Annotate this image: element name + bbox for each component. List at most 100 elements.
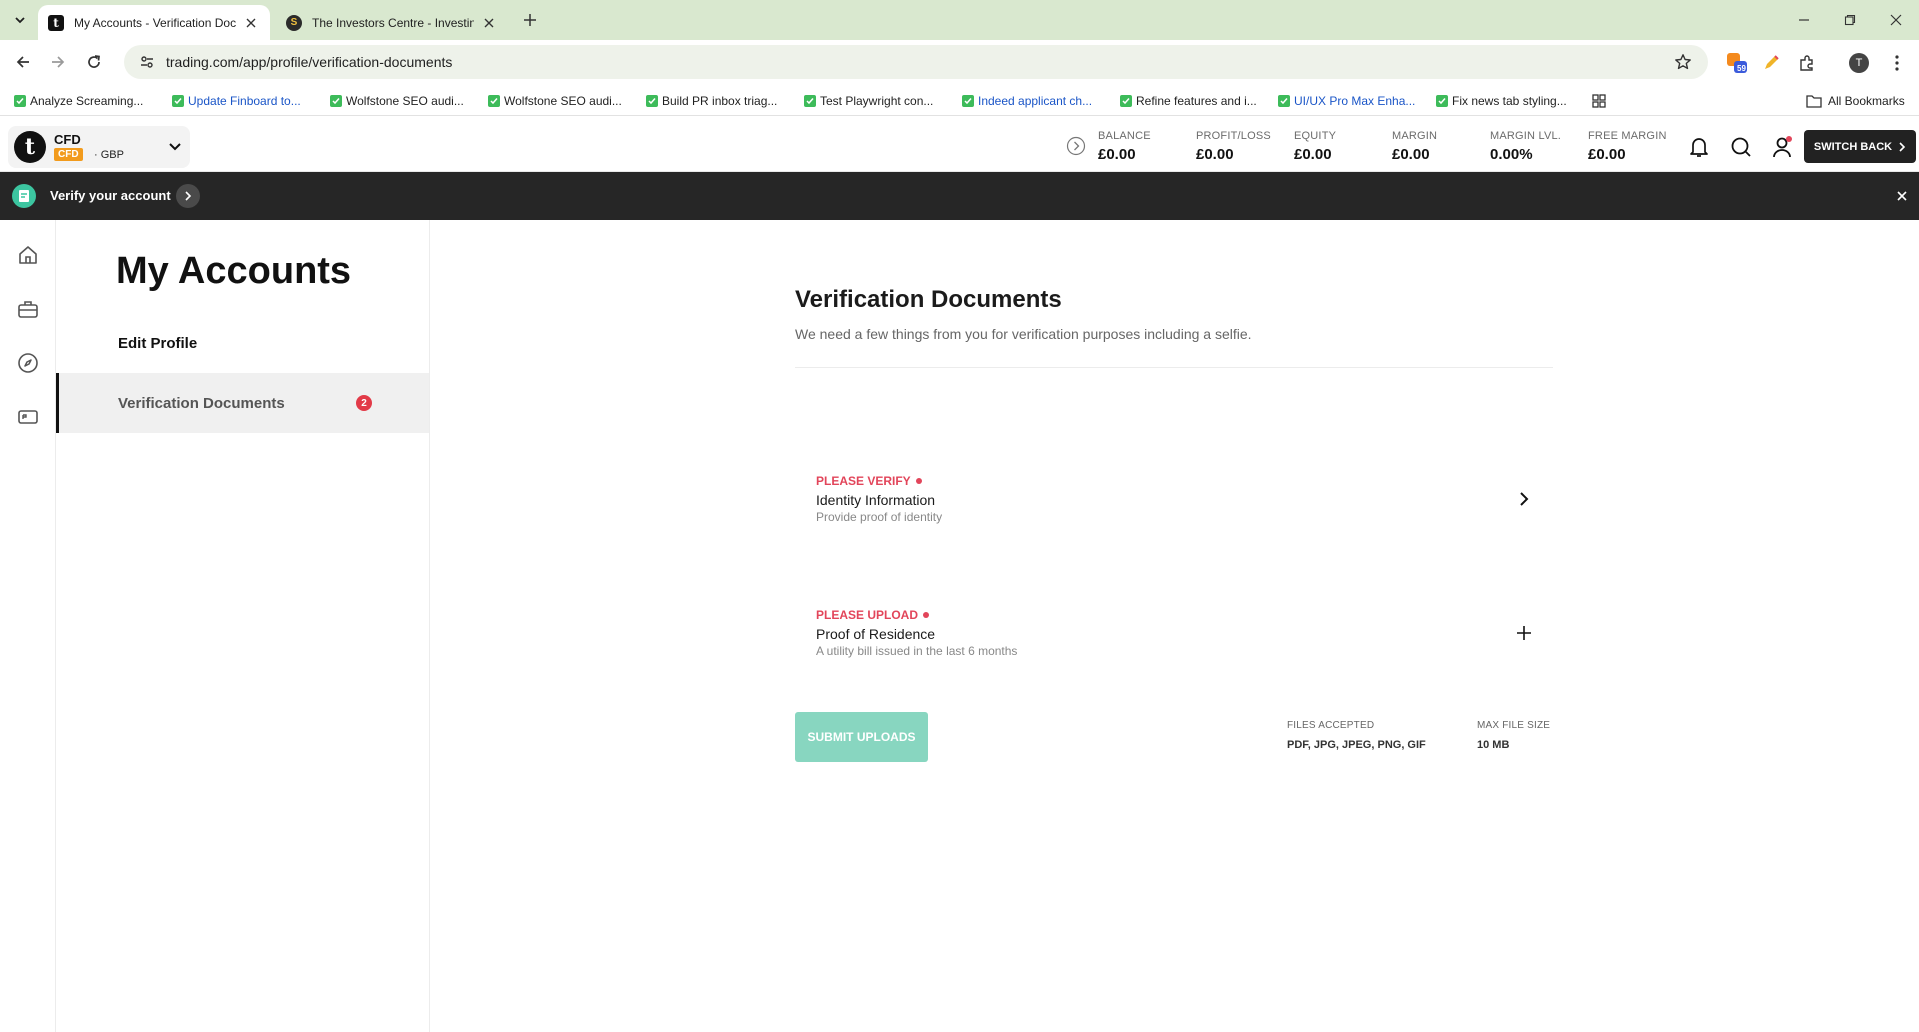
status-label: PLEASE VERIFY <box>816 474 911 488</box>
forward-button[interactable] <box>46 50 70 74</box>
banner-close-button[interactable] <box>1894 188 1910 204</box>
stat-label: MARGIN LVL. <box>1490 130 1562 142</box>
window-close-button[interactable] <box>1882 8 1910 32</box>
bookmark-item[interactable]: Test Playwright con... <box>804 92 933 110</box>
restore-button[interactable] <box>1836 8 1864 32</box>
page-title: My Accounts <box>116 250 352 292</box>
compass-icon[interactable] <box>15 350 41 376</box>
bookmark-star-icon[interactable] <box>1674 53 1692 71</box>
bookmark-item[interactable]: UI/UX Pro Max Enha... <box>1278 92 1415 110</box>
address-url[interactable]: trading.com/app/profile/verification-doc… <box>166 54 452 70</box>
home-icon[interactable] <box>15 242 41 268</box>
reload-button[interactable] <box>82 50 106 74</box>
new-tab-button[interactable] <box>520 10 540 30</box>
plus-icon[interactable] <box>1513 622 1535 644</box>
ticket-icon[interactable] <box>15 404 41 430</box>
bookmark-label: Refine features and i... <box>1136 94 1257 108</box>
stat-margin: MARGIN £0.00 <box>1392 130 1437 163</box>
arrow-left-icon <box>16 56 29 68</box>
extension-badge-icon[interactable]: 59 <box>1726 52 1748 74</box>
checkbox-icon <box>14 95 26 107</box>
briefcase-icon[interactable] <box>15 296 41 322</box>
tab-title: The Investors Centre - Investing <box>312 15 474 30</box>
bookmark-label: Build PR inbox triag... <box>662 94 778 108</box>
tab-favicon: t <box>48 14 64 31</box>
extension-badge-count: 59 <box>1737 64 1746 73</box>
back-button[interactable] <box>11 50 35 74</box>
arrow-right-icon <box>52 56 65 68</box>
submit-uploads-button[interactable]: SUBMIT UPLOADS <box>795 712 928 762</box>
address-bar[interactable]: trading.com/app/profile/verification-doc… <box>124 45 1708 79</box>
main-content: Verification Documents We need a few thi… <box>430 220 1919 1032</box>
account-switcher[interactable]: t CFD CFD · GBP <box>8 126 190 168</box>
verify-account-link[interactable]: Verify your account <box>50 188 171 203</box>
pencil-extension-icon[interactable] <box>1760 52 1782 74</box>
tab-investors-centre[interactable]: S The Investors Centre - Investing <box>276 5 508 40</box>
residence-document-card[interactable]: PLEASE UPLOAD Proof of Residence A utili… <box>795 588 1553 684</box>
bookmark-label: Wolfstone SEO audi... <box>504 94 622 108</box>
extensions-puzzle-icon[interactable] <box>1796 52 1818 74</box>
sidebar-item-verification-documents[interactable]: Verification Documents 2 <box>56 373 429 433</box>
switch-back-button[interactable]: SWITCH BACK <box>1804 130 1916 163</box>
stat-value: £0.00 <box>1196 146 1234 163</box>
bookmark-item[interactable]: Update Finboard to... <box>172 92 301 110</box>
stats-toggle-icon[interactable] <box>1066 136 1086 156</box>
document-description: Provide proof of identity <box>816 510 943 524</box>
stat-label: EQUITY <box>1294 130 1337 142</box>
stat-label: FREE MARGIN <box>1588 130 1667 142</box>
reload-icon <box>88 55 100 68</box>
section-title: Verification Documents <box>795 286 1062 313</box>
user-icon[interactable] <box>1770 135 1794 159</box>
tab-groups-button[interactable] <box>1592 92 1606 110</box>
chevron-right-icon[interactable] <box>1513 488 1535 510</box>
bookmark-label: Fix news tab styling... <box>1452 94 1567 108</box>
chevron-down-icon <box>168 139 182 153</box>
identity-document-card[interactable]: PLEASE VERIFY Identity Information Provi… <box>795 454 1553 550</box>
status-label: PLEASE UPLOAD <box>816 608 919 622</box>
bookmark-label: Wolfstone SEO audi... <box>346 94 464 108</box>
stat-label: MARGIN <box>1392 130 1438 142</box>
close-icon[interactable] <box>242 14 260 32</box>
tab-my-accounts[interactable]: t My Accounts - Verification Doc <box>38 5 270 40</box>
document-description: A utility bill issued in the last 6 mont… <box>816 644 1018 658</box>
info-label: FILES ACCEPTED <box>1287 720 1375 731</box>
profile-avatar[interactable]: T <box>1848 52 1870 74</box>
switch-back-label: SWITCH BACK <box>1813 140 1893 153</box>
stat-value: £0.00 <box>1588 146 1626 163</box>
verify-arrow-button[interactable] <box>176 184 200 208</box>
bell-icon[interactable] <box>1687 135 1711 159</box>
site-info-icon[interactable] <box>130 54 164 70</box>
checkbox-icon <box>330 95 342 107</box>
status-dot <box>915 478 922 484</box>
minimize-button[interactable] <box>1790 8 1818 32</box>
sidebar-item-label: Verification Documents <box>118 394 285 412</box>
stat-equity: EQUITY £0.00 <box>1294 130 1336 163</box>
stat-balance: BALANCE £0.00 <box>1098 130 1151 163</box>
close-icon <box>1897 191 1907 201</box>
browser-menu-icon[interactable] <box>1886 52 1908 74</box>
checkbox-icon <box>646 95 658 107</box>
chevron-right-icon <box>185 191 192 201</box>
bookmark-item[interactable]: Indeed applicant ch... <box>962 92 1092 110</box>
sidebar-item-edit-profile[interactable]: Edit Profile <box>56 313 429 373</box>
stat-free-margin: FREE MARGIN £0.00 <box>1588 130 1667 163</box>
stat-value: 0.00% <box>1490 146 1533 163</box>
close-icon[interactable] <box>480 14 498 32</box>
bookmark-item[interactable]: Wolfstone SEO audi... <box>488 92 622 110</box>
document-name: Identity Information <box>816 492 936 508</box>
bookmark-item[interactable]: Fix news tab styling... <box>1436 92 1567 110</box>
bookmark-label: Analyze Screaming... <box>30 94 144 108</box>
chevron-down-icon <box>15 17 25 24</box>
tab-search-button[interactable] <box>8 8 32 32</box>
search-icon[interactable] <box>1729 135 1753 159</box>
bookmark-item[interactable]: Refine features and i... <box>1120 92 1257 110</box>
bookmark-item[interactable]: Build PR inbox triag... <box>646 92 777 110</box>
bookmark-item[interactable]: Analyze Screaming... <box>14 92 143 110</box>
chevron-right-icon <box>1899 141 1906 152</box>
bookmark-item[interactable]: Wolfstone SEO audi... <box>330 92 464 110</box>
close-icon <box>1890 14 1902 26</box>
checkbox-icon <box>804 95 816 107</box>
account-currency: · GBP <box>94 149 124 161</box>
all-bookmarks-button[interactable]: All Bookmarks <box>1806 92 1905 110</box>
plus-icon <box>524 14 536 26</box>
